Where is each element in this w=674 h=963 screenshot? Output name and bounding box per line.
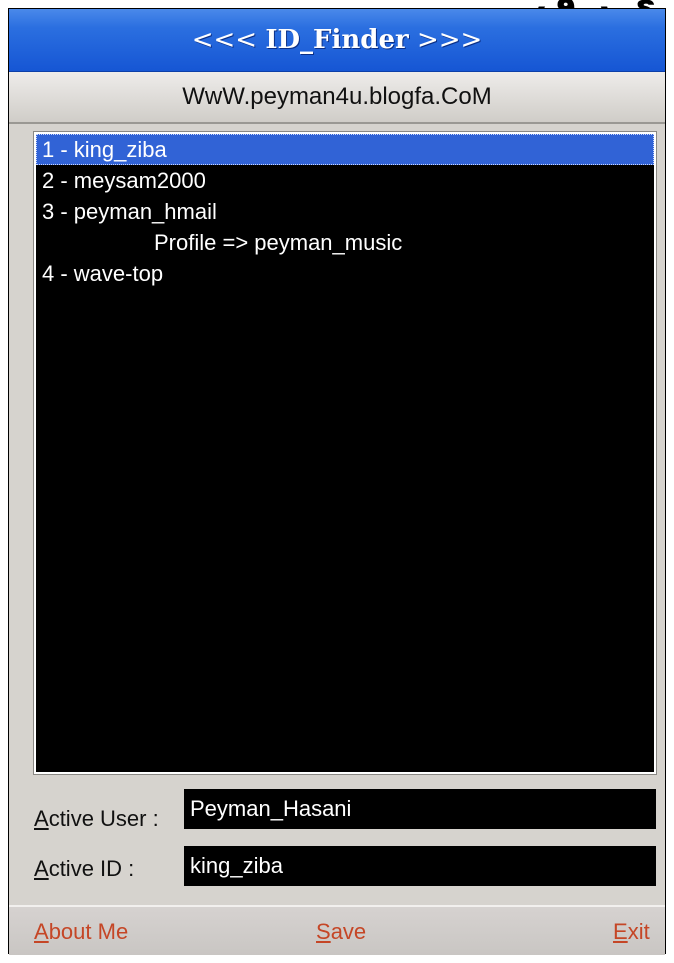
title-left-arrows: <<< [191,25,266,55]
title-app-name: ID_Finder [265,25,409,55]
active-id-field[interactable]: king_ziba [184,846,656,886]
save-button[interactable]: Save [316,919,366,945]
title-right-arrows: >>> [408,25,483,55]
window-title: <<< ID_Finder >>> [192,25,483,55]
id-finder-window: <<< ID_Finder >>> WwW.peyman4u.blogfa.Co… [8,8,666,955]
id-listbox[interactable]: 1 - king_ziba 2 - meysam2000 3 - peyman_… [33,131,657,775]
exit-button[interactable]: Exit [613,919,650,945]
about-me-button[interactable]: About Me [34,919,128,945]
list-item[interactable]: 3 - peyman_hmail [36,196,654,227]
website-link[interactable]: WwW.peyman4u.blogfa.CoM [9,72,665,124]
list-item[interactable]: 1 - king_ziba [36,134,654,165]
active-id-label: Active ID : [34,856,135,881]
list-item[interactable]: Profile => peyman_music [36,227,654,258]
footer-bar: About Me Save Exit [9,905,665,955]
list-item[interactable]: 2 - meysam2000 [36,165,654,196]
active-user-label: Active User : [34,806,159,831]
list-item[interactable]: 4 - wave-top [36,258,654,289]
title-bar[interactable]: <<< ID_Finder >>> [9,9,665,72]
active-user-field[interactable]: Peyman_Hasani [184,789,656,829]
